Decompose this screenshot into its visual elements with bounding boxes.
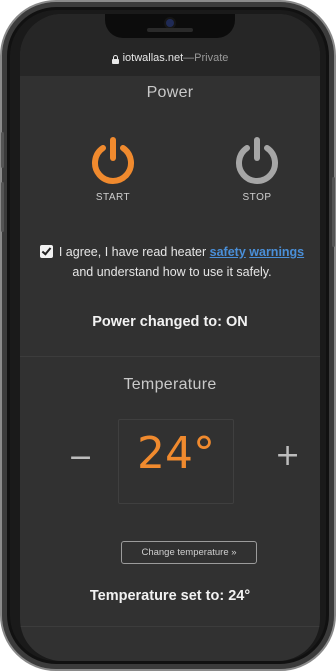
- section-divider: [20, 626, 320, 627]
- agreement-text: I agree, I have read heater safety warni…: [34, 242, 310, 282]
- url-separator: —: [183, 52, 195, 64]
- temperature-value: 24°: [137, 428, 215, 479]
- url-text: iotwallas.net: [122, 52, 184, 64]
- power-stop-icon: [236, 137, 278, 184]
- private-mode-label: Private: [194, 52, 229, 64]
- section-divider: [20, 356, 320, 357]
- stop-label: STOP: [242, 192, 272, 203]
- warnings-link[interactable]: warnings: [249, 245, 304, 259]
- speaker-grille: [147, 28, 193, 32]
- agree-checkbox[interactable]: [39, 245, 53, 258]
- lock-icon: [111, 55, 119, 64]
- phone-side-button: [1, 182, 4, 232]
- power-section-title: Power: [146, 84, 194, 101]
- decrease-temperature-button[interactable]: −: [68, 440, 93, 475]
- agree-text-before: I agree, I have read heater: [58, 245, 210, 259]
- increase-temperature-button[interactable]: +: [275, 438, 300, 473]
- phone-side-button: [1, 132, 4, 168]
- power-status: Power changed to: ON: [92, 314, 248, 330]
- temperature-section-title: Temperature: [123, 376, 217, 393]
- temperature-status: Temperature set to: 24°: [89, 588, 251, 604]
- change-temperature-button[interactable]: Change temperature »: [121, 541, 257, 564]
- safety-link[interactable]: safety: [210, 245, 246, 259]
- start-label: START: [95, 192, 131, 203]
- phone-side-button: [332, 177, 335, 247]
- camera-icon: [166, 19, 174, 27]
- power-start-icon: [92, 137, 134, 184]
- phone-screen: iotwallas.net — Private Power START STOP…: [20, 14, 320, 661]
- stop-button[interactable]: STOP: [222, 136, 292, 203]
- phone-frame: iotwallas.net — Private Power START STOP…: [0, 0, 336, 671]
- agree-text-after: and understand how to use it safely.: [72, 265, 272, 279]
- phone-notch: [105, 14, 235, 38]
- start-button[interactable]: START: [78, 136, 148, 203]
